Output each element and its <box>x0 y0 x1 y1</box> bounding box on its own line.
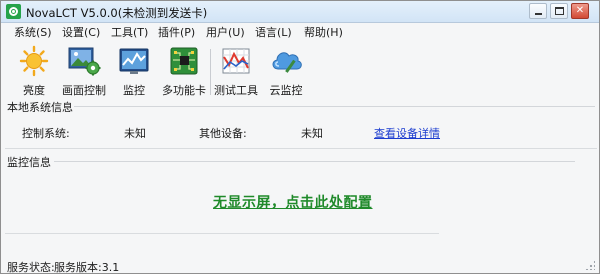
app-logo-icon <box>6 4 21 19</box>
menu-language[interactable]: 语言(L) <box>255 24 292 40</box>
resize-grip-icon[interactable] <box>585 260 595 270</box>
close-button[interactable]: ✕ <box>571 3 589 19</box>
status-bar: 服务状态: 服务版本:3.1 <box>1 257 599 273</box>
toolbar-multifunction-card-label: 多功能卡 <box>162 84 206 97</box>
other-devices-value: 未知 <box>301 127 323 140</box>
toolbar-screen-control-label: 画面控制 <box>62 84 106 97</box>
minimize-button[interactable] <box>529 3 547 19</box>
toolbar-monitor-button[interactable]: 监控 <box>109 45 159 97</box>
toolbar-cloud-monitor-button[interactable]: 云监控 <box>261 45 311 97</box>
system-info-divider <box>74 106 595 107</box>
toolbar-test-tool-label: 测试工具 <box>214 84 258 97</box>
maximize-icon <box>555 7 564 15</box>
view-device-details-link[interactable]: 查看设备详情 <box>374 125 440 141</box>
toolbar-test-tool-button[interactable]: 测试工具 <box>211 45 261 97</box>
toolbar-brightness-label: 亮度 <box>23 84 45 97</box>
test-chart-icon <box>219 45 253 77</box>
circuit-board-icon <box>167 45 201 77</box>
app-window: NovaLCT V5.0.0(未检测到发送卡) ✕ 系统(S) 设置(C) 工具… <box>0 0 600 274</box>
section-divider <box>5 148 597 149</box>
toolbar-cloud-monitor-label: 云监控 <box>269 84 303 97</box>
window-title: NovaLCT V5.0.0(未检测到发送卡) <box>26 6 208 20</box>
menu-plugins[interactable]: 插件(P) <box>158 24 195 40</box>
sun-icon <box>17 45 51 77</box>
control-system-label: 控制系统: <box>22 127 70 140</box>
cloud-icon <box>269 45 303 77</box>
system-info-header: 本地系统信息 <box>7 101 73 114</box>
menu-system[interactable]: 系统(S) <box>14 24 52 40</box>
menu-bar: 系统(S) 设置(C) 工具(T) 插件(P) 用户(U) 语言(L) 帮助(H… <box>1 23 599 40</box>
toolbar-monitor-label: 监控 <box>123 84 145 97</box>
monitor-chart-icon <box>117 45 151 77</box>
control-system-value: 未知 <box>124 127 146 140</box>
toolbar-screen-control-button[interactable]: 画面控制 <box>59 45 109 97</box>
maximize-button[interactable] <box>550 3 568 19</box>
toolbar-multifunction-card-button[interactable]: 多功能卡 <box>159 45 209 97</box>
screen-control-icon <box>67 45 101 77</box>
toolbar-brightness-button[interactable]: 亮度 <box>9 45 59 97</box>
menu-tools[interactable]: 工具(T) <box>111 24 148 40</box>
other-devices-label: 其他设备: <box>199 127 247 140</box>
monitor-info-divider <box>54 161 575 162</box>
configure-screen-link[interactable]: 无显示屏，点击此处配置 <box>213 192 373 212</box>
menu-settings[interactable]: 设置(C) <box>62 24 100 40</box>
menu-user[interactable]: 用户(U) <box>206 24 245 40</box>
monitor-panel-bottom-line <box>5 233 439 234</box>
service-status-label: 服务状态: <box>7 261 55 274</box>
service-version-label: 服务版本:3.1 <box>54 261 120 274</box>
menu-help[interactable]: 帮助(H) <box>304 24 343 40</box>
title-bar[interactable]: NovaLCT V5.0.0(未检测到发送卡) ✕ <box>1 1 599 23</box>
minimize-icon <box>535 13 542 15</box>
